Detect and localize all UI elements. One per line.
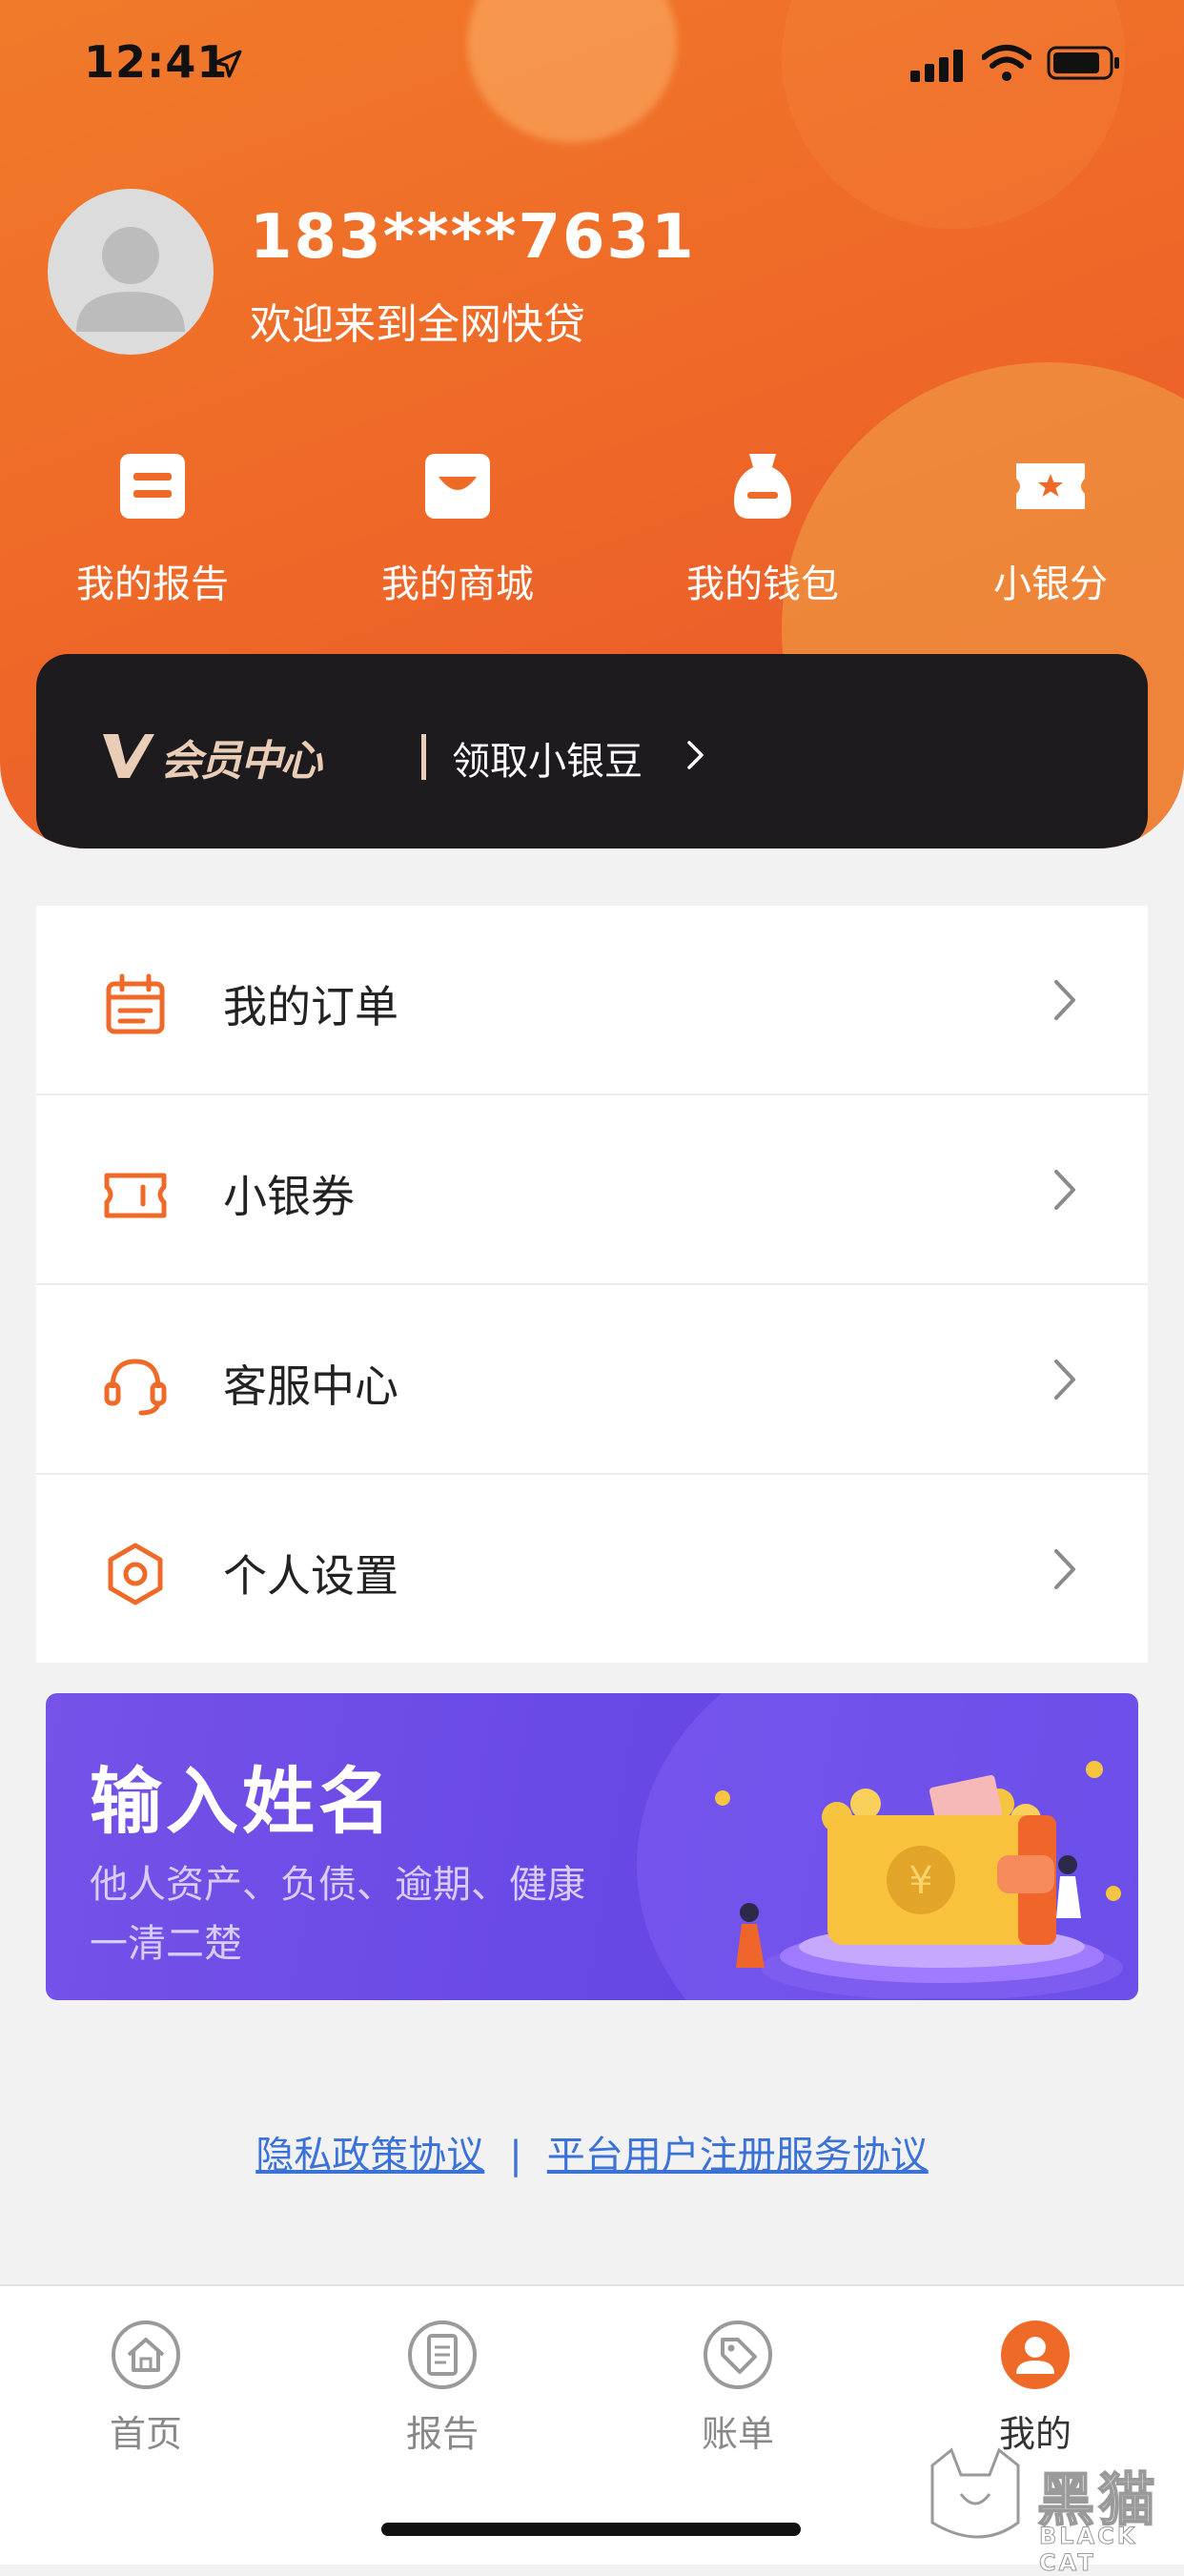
cellular-signal-icon	[910, 50, 963, 82]
menu-item-orders[interactable]: 我的订单	[36, 906, 1148, 1095]
ticket-star-icon	[1016, 463, 1085, 509]
vip-center-bar[interactable]: 会员中心 领取小银豆	[36, 654, 1148, 848]
calendar-icon	[106, 973, 165, 1034]
report-icon	[120, 454, 185, 519]
vip-divider	[421, 734, 426, 780]
menu-list: 我的订单 小银券 客服中心 个人设置	[36, 906, 1148, 1663]
privacy-policy-link[interactable]: 隐私政策协议	[255, 2134, 484, 2177]
banner-subtitle: 一清二楚	[90, 1922, 242, 1966]
tab-mine[interactable]: 我的	[940, 2319, 1131, 2457]
user-terms-link[interactable]: 平台用户注册服务协议	[547, 2134, 929, 2177]
vip-title: 会员中心	[160, 737, 322, 786]
tab-bills[interactable]: 账单	[643, 2319, 833, 2457]
tag-icon	[704, 2320, 772, 2389]
menu-label: 我的订单	[223, 981, 398, 1032]
chevron-right-icon	[1054, 1360, 1075, 1400]
status-bar: 12:41	[0, 0, 1184, 133]
document-icon	[408, 2320, 477, 2389]
vip-v-icon	[103, 734, 154, 778]
user-icon	[1001, 2320, 1070, 2389]
tab-home[interactable]: 首页	[51, 2319, 241, 2457]
menu-label: 客服中心	[223, 1360, 398, 1412]
wallet-icon	[734, 454, 791, 519]
tab-label: 账单	[701, 2413, 774, 2455]
location-arrow-icon	[214, 50, 242, 78]
banner-title: 输入姓名	[90, 1759, 395, 1844]
quick-silver-score[interactable]: 小银分	[946, 448, 1155, 608]
promo-banner[interactable]: 输入姓名 他人资产、负债、逾期、健康 一清二楚 ¥	[46, 1693, 1138, 2000]
avatar[interactable]	[48, 189, 214, 355]
quick-label: 小银分	[993, 562, 1108, 606]
home-indicator	[381, 2523, 801, 2536]
watermark-subtext: BLACK CAT	[1039, 2523, 1138, 2576]
home-icon	[112, 2320, 180, 2389]
vip-link-text: 领取小银豆	[452, 740, 643, 784]
chevron-right-icon	[1054, 1549, 1075, 1589]
svg-text:¥: ¥	[908, 1859, 932, 1903]
chevron-right-icon	[1054, 1170, 1075, 1210]
profile-header: 12:41 183****7631 欢迎来到全网快贷 我的报告 我的商城 我的钱…	[0, 0, 1184, 848]
agreement-links: 隐私政策协议 | 平台用户注册服务协议	[0, 2124, 1184, 2179]
shop-icon	[425, 454, 490, 519]
banner-subtitle: 他人资产、负债、逾期、健康	[90, 1863, 585, 1907]
menu-item-customer-service[interactable]: 客服中心	[36, 1285, 1148, 1475]
chevron-right-icon	[687, 741, 704, 769]
welcome-text: 欢迎来到全网快贷	[250, 300, 585, 349]
coupon-icon	[104, 1173, 167, 1218]
quick-label: 我的钱包	[686, 562, 839, 606]
settings-icon	[108, 1543, 163, 1605]
menu-item-settings[interactable]: 个人设置	[36, 1475, 1148, 1663]
menu-item-coupons[interactable]: 小银券	[36, 1095, 1148, 1285]
quick-my-wallet[interactable]: 我的钱包	[658, 448, 868, 608]
headset-icon	[104, 1359, 167, 1416]
menu-label: 个人设置	[223, 1550, 398, 1602]
status-time: 12:41	[84, 36, 229, 88]
menu-label: 小银券	[223, 1171, 355, 1222]
user-phone: 183****7631	[250, 202, 696, 273]
quick-label: 我的报告	[76, 562, 229, 606]
tab-label: 报告	[405, 2413, 479, 2455]
tab-report[interactable]: 报告	[347, 2319, 538, 2457]
wifi-icon	[982, 45, 1031, 81]
battery-icon	[1047, 46, 1119, 80]
wallet-illustration: ¥	[715, 1761, 1123, 1998]
chevron-right-icon	[1054, 980, 1075, 1020]
link-separator: |	[509, 2134, 522, 2177]
quick-my-shop[interactable]: 我的商城	[353, 448, 562, 608]
quick-label: 我的商城	[381, 562, 534, 606]
quick-my-report[interactable]: 我的报告	[48, 448, 257, 608]
tab-label: 首页	[109, 2413, 182, 2455]
default-avatar-icon	[76, 227, 185, 332]
